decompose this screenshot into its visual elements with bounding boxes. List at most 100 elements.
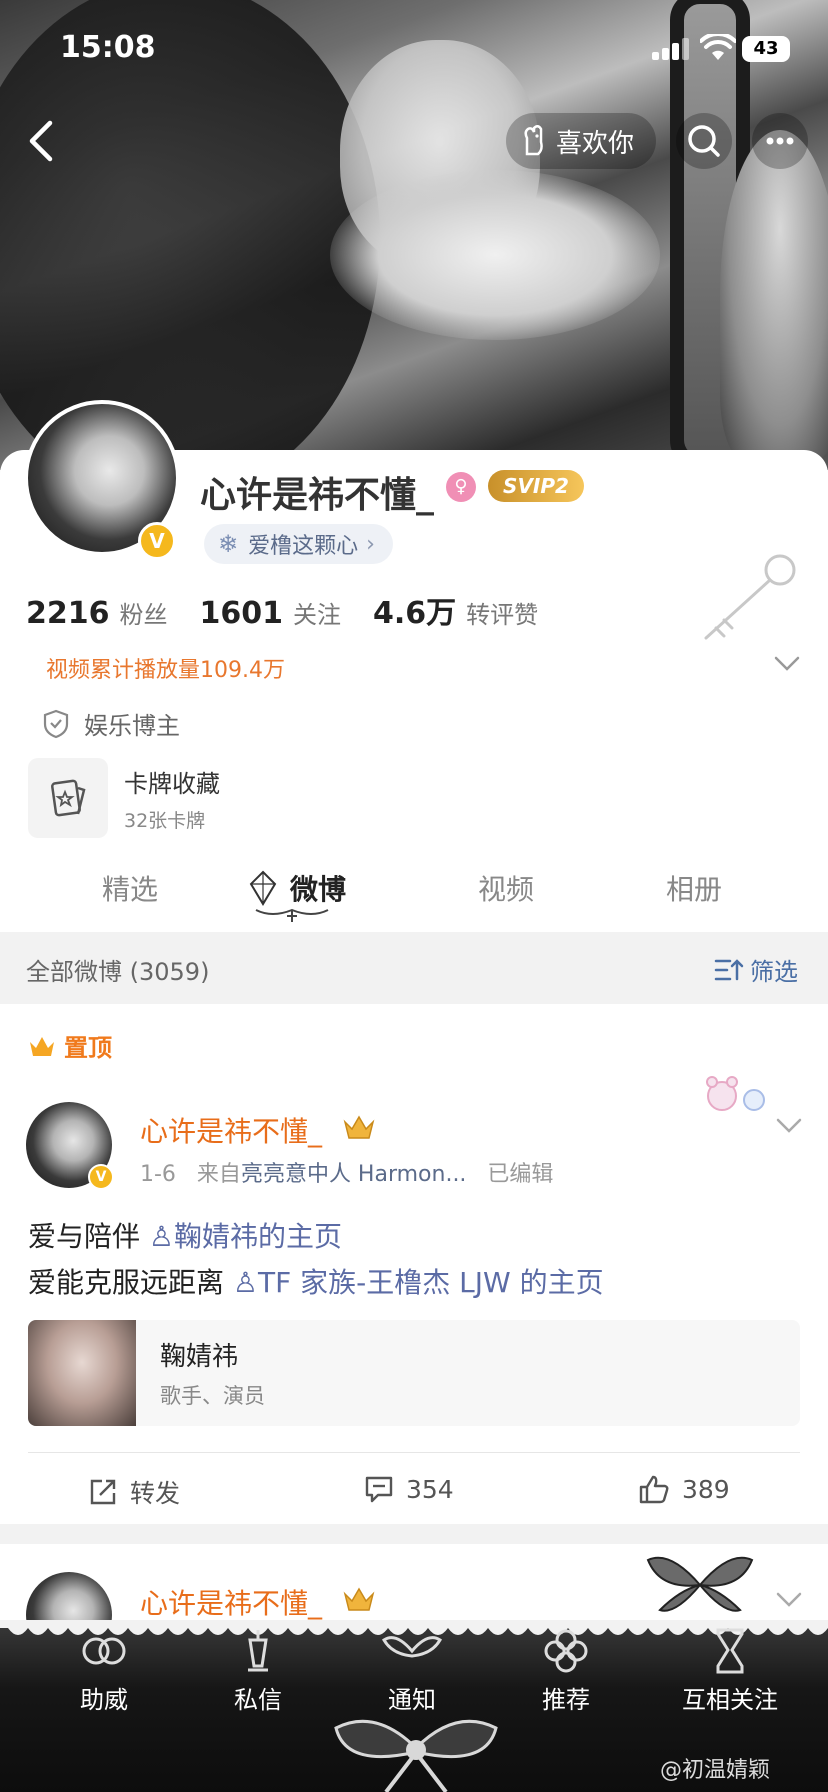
- filter-button[interactable]: 筛选: [714, 952, 798, 987]
- stat-label: 转评赞: [466, 601, 539, 629]
- tab-videos[interactable]: 视频: [478, 868, 534, 908]
- chevron-right-icon: ›: [366, 531, 375, 557]
- fan-club-label: 爱橹这颗心: [248, 534, 359, 559]
- post-author-name[interactable]: 心许是祎不懂_: [140, 1110, 322, 1150]
- tab-albums[interactable]: 相册: [666, 868, 722, 908]
- bottom-notify-button[interactable]: 通知: [352, 1626, 472, 1715]
- certification-label: 娱乐博主: [84, 712, 180, 740]
- post-source[interactable]: 亮亮意中人 Harmon...: [241, 1162, 467, 1187]
- verified-badge-icon: V: [138, 522, 176, 560]
- weibo-post: 置顶 V 心许是祎不懂_ 1-6 来自亮亮意中人 Harmon... 已编辑 爱…: [0, 1004, 828, 1524]
- hourglass-icon: [716, 1628, 744, 1674]
- post-body: 爱与陪伴 ♙鞠婧祎的主页 爱能克服远距离 ♙TF 家族-王橹杰 LJW 的主页: [28, 1214, 604, 1306]
- stat-number: 2216: [26, 596, 110, 631]
- post-author-name[interactable]: 心许是祎不懂_: [140, 1582, 322, 1622]
- wifi-icon: [700, 34, 736, 60]
- back-arrow-icon[interactable]: [22, 119, 62, 163]
- card-collection-count: 32张卡牌: [124, 810, 206, 832]
- bottom-item-label: 助威: [80, 1686, 128, 1714]
- bottom-item-label: 推荐: [542, 1686, 590, 1714]
- vip-crown-icon: [343, 1115, 375, 1139]
- post-line: 爱能克服远距离 ♙TF 家族-王橹杰 LJW 的主页: [28, 1260, 604, 1306]
- bottom-item-label: 私信: [234, 1686, 282, 1714]
- crown-icon: [30, 1036, 54, 1056]
- cover-hands-shape: [330, 170, 660, 340]
- search-icon[interactable]: [676, 113, 732, 169]
- post-actions: 转发 354 389: [0, 1464, 828, 1524]
- fan-club-pill[interactable]: ❄ 爱橹这颗心 ›: [204, 524, 393, 564]
- stat-following[interactable]: 1601 关注: [200, 595, 342, 631]
- svip-badge[interactable]: SVIP2: [488, 470, 584, 502]
- bear-sticker-icon: [706, 1076, 765, 1111]
- bottom-item-label: 互相关注: [682, 1686, 778, 1714]
- top-navigation: 喜欢你: [0, 105, 828, 175]
- repost-button[interactable]: 转发: [88, 1474, 180, 1510]
- linked-profile-photo: [28, 1320, 136, 1426]
- filter-label: 筛选: [750, 958, 798, 986]
- filter-bar: 全部微博 (3059) 筛选: [0, 932, 828, 1004]
- linked-profile-card[interactable]: 鞠婧祎 歌手、演员: [28, 1320, 800, 1426]
- mention-link[interactable]: ♙鞠婧祎的主页: [149, 1220, 342, 1253]
- like-you-label: 喜欢你: [556, 128, 635, 159]
- repost-icon: [90, 1479, 116, 1505]
- thumbs-up-icon: [639, 1475, 669, 1504]
- key-decoration-icon: [704, 554, 796, 640]
- profile-tabs: 精选 微博 视频 相册: [0, 856, 828, 932]
- chevron-down-icon[interactable]: [774, 1588, 804, 1612]
- comment-icon: [365, 1476, 393, 1503]
- post-source-prefix: 来自: [196, 1162, 241, 1187]
- chain-decoration-icon: [255, 908, 329, 922]
- linked-profile-name: 鞠婧祎: [160, 1342, 239, 1372]
- stat-number: 1601: [199, 596, 284, 631]
- cover-statue-shape: [720, 130, 828, 460]
- linked-profile-desc: 歌手、演员: [160, 1384, 265, 1408]
- card-collection-entry[interactable]: 卡牌收藏 32张卡牌: [28, 758, 628, 838]
- status-bar: 15:08 43: [0, 0, 828, 100]
- card-collection-icon: [51, 779, 86, 817]
- tab-featured[interactable]: 精选: [102, 868, 158, 908]
- comment-count: 354: [406, 1474, 454, 1504]
- like-button[interactable]: 389: [638, 1474, 730, 1504]
- stat-followers[interactable]: 2216 粉丝: [26, 595, 168, 631]
- bottom-message-button[interactable]: 私信: [198, 1626, 318, 1715]
- bat-wing-icon: [382, 1636, 442, 1658]
- person-icon: ♙: [148, 1220, 175, 1253]
- bottom-recommend-button[interactable]: 推荐: [506, 1626, 626, 1715]
- chevron-down-icon[interactable]: [774, 1114, 804, 1138]
- like-you-button[interactable]: 喜欢你: [506, 113, 656, 169]
- post-line: 爱与陪伴 ♙鞠婧祎的主页: [28, 1214, 604, 1260]
- chevron-down-icon[interactable]: [772, 652, 802, 676]
- person-icon: ♙: [232, 1266, 259, 1299]
- watermark: @初温婧颖: [660, 1758, 771, 1783]
- cellular-signal-icon: [652, 38, 694, 60]
- battery-indicator: 43: [742, 36, 790, 62]
- bottom-mutual-follow-button[interactable]: 互相关注: [660, 1626, 800, 1715]
- mention-link[interactable]: ♙TF 家族-王橹杰 LJW 的主页: [233, 1266, 604, 1299]
- stat-number: 4.6万: [373, 596, 457, 631]
- like-count: 389: [682, 1474, 730, 1504]
- post-date: 1-6: [140, 1162, 176, 1187]
- comment-button[interactable]: 354: [364, 1474, 454, 1504]
- vip-crown-icon: [343, 1587, 375, 1611]
- video-plays-text: 视频累计播放量109.4万: [46, 658, 285, 683]
- chain-knot-icon: [82, 1637, 126, 1665]
- post-edited-flag: 已编辑: [487, 1162, 554, 1187]
- pinned-text: 置顶: [64, 1034, 112, 1062]
- female-gender-icon: ♀: [446, 472, 476, 502]
- profile-name: 心许是祎不懂_: [200, 475, 435, 516]
- stat-label: 关注: [293, 601, 341, 629]
- profile-stats: 2216 粉丝 1601 关注 4.6万 转评赞: [26, 588, 570, 632]
- stat-interactions[interactable]: 4.6万 转评赞: [373, 588, 538, 632]
- post-meta: 1-6 来自亮亮意中人 Harmon... 已编辑: [140, 1156, 553, 1188]
- mention-label: 鞠婧祎的主页: [174, 1220, 343, 1253]
- bottom-cheer-button[interactable]: 助威: [44, 1626, 164, 1715]
- more-options-icon[interactable]: [752, 113, 808, 169]
- pinned-label: 置顶: [28, 1028, 112, 1063]
- mention-label: TF 家族-王橹杰 LJW 的主页: [258, 1266, 604, 1299]
- post-line-text: 爱能克服远距离: [28, 1266, 225, 1299]
- repost-label: 转发: [130, 1479, 181, 1508]
- diamond-tab-icon: [249, 870, 277, 906]
- card-collection-title: 卡牌收藏: [124, 770, 220, 798]
- filter-icon: [714, 958, 744, 980]
- clover-icon: [544, 1629, 588, 1673]
